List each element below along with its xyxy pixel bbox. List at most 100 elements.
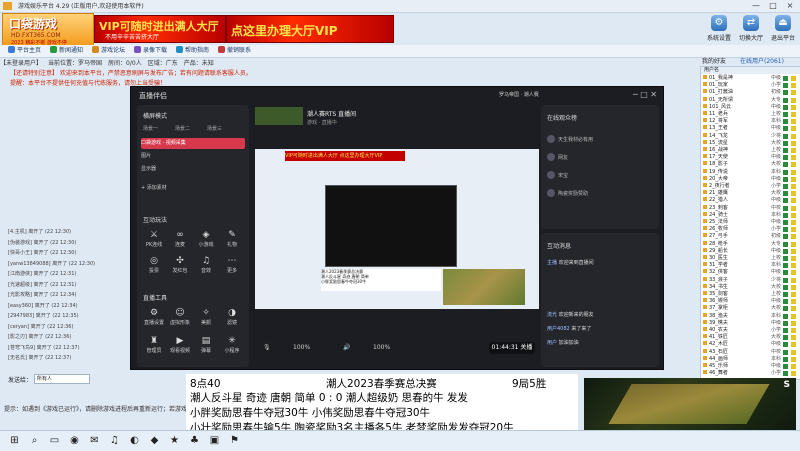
maximize-button[interactable]: □ <box>765 0 781 12</box>
platform-logo[interactable]: 口袋游戏 HD.FXT365.COM 2023 精彩不断 游戏不停 <box>2 13 94 47</box>
user-row[interactable]: 12_将军 本科 <box>703 118 799 125</box>
speaker-volume[interactable]: 100% <box>373 344 390 351</box>
close-button[interactable]: × <box>782 0 798 12</box>
scene-tab-1[interactable]: 场景一 <box>143 125 158 132</box>
user-row[interactable]: 11_老兵 上校 <box>703 111 799 118</box>
taskbar-app-icon[interactable]: ★ <box>168 434 181 447</box>
user-row[interactable]: 18_影子 大校 <box>703 161 799 168</box>
user-row[interactable]: 2_夜行者 小学 <box>703 183 799 190</box>
tool-sound[interactable]: ♫ 音效 <box>193 255 219 279</box>
user-row[interactable]: 01_无所谓 大专 <box>703 96 799 104</box>
obs-account[interactable]: 罗马帝国 · 潮人赛 <box>499 91 539 98</box>
user-row[interactable]: 14_飞龙 少将 <box>703 132 799 140</box>
taskbar-app-icon[interactable]: ⊞ <box>8 434 21 447</box>
user-row[interactable]: 23_刺客 中校 <box>703 204 799 212</box>
user-row[interactable]: 35_剑客 上校 <box>703 291 799 298</box>
live-tool-danmaku[interactable]: ▤ 弹幕 <box>193 335 219 359</box>
toolbar-contact[interactable]: 撤销联系 <box>218 46 251 56</box>
user-row[interactable]: 37_掌柜 大校 <box>703 305 799 312</box>
user-row[interactable]: 33_浪子 少将 <box>703 276 799 284</box>
user-row[interactable]: 01_我是神 中级 <box>703 75 799 82</box>
live-tool-filter[interactable]: ◑ 滤镜 <box>219 307 245 331</box>
toolbar-news[interactable]: 新闻通知 <box>50 46 83 56</box>
user-row[interactable]: 24_骑士 本科 <box>703 211 799 219</box>
obs-window-controls[interactable]: ─ □ ✕ <box>633 90 657 99</box>
user-row[interactable]: 22_猎人 中级 <box>703 197 799 204</box>
live-tool-settings[interactable]: ⚙ 直播设置 <box>141 307 167 331</box>
taskbar-app-icon[interactable]: ⌕ <box>28 434 41 447</box>
live-timer[interactable]: 01:44:31 关播 <box>489 342 535 354</box>
vip-apply-banner[interactable]: 点这里办理大厅VIP <box>226 15 394 43</box>
user-row[interactable]: 13_王者 中级 <box>703 125 799 132</box>
user-row[interactable]: 40_农夫 小学 <box>703 327 799 334</box>
user-row[interactable]: 30_医生 上校 <box>703 255 799 262</box>
user-row[interactable]: 01_打酱油 初级 <box>703 89 799 96</box>
taskbar-app-icon[interactable]: ◉ <box>68 434 81 447</box>
scene-tab-2[interactable]: 场景二 <box>175 125 190 132</box>
stream-preview[interactable]: VIP可随时进出满人大厅 点这里办理大厅VIP 潮人2023春季赛总决赛 潮人反… <box>255 149 539 309</box>
user-row[interactable]: 32_侠客 中级 <box>703 269 799 276</box>
toolbar-home[interactable]: 平台主页 <box>8 46 41 56</box>
user-row[interactable]: 16_战神 上校 <box>703 147 799 154</box>
scene-tab-3[interactable]: 场景三 <box>207 125 222 132</box>
user-row[interactable]: 19_传说 本科 <box>703 168 799 176</box>
taskbar-app-icon[interactable]: ▭ <box>48 434 61 447</box>
user-row[interactable]: 45_乐师 中级 <box>703 363 799 370</box>
audience-item-1[interactable]: 天生我材必有用 <box>547 135 593 143</box>
user-row[interactable]: 42_木匠 中级 <box>703 341 799 348</box>
minimize-button[interactable]: — <box>748 0 764 12</box>
user-row[interactable]: 101_风云 中级 <box>703 103 799 111</box>
tool-redpacket[interactable]: ✣ 发红包 <box>167 255 193 279</box>
taskbar-app-icon[interactable]: ▣ <box>208 434 221 447</box>
obs-mode[interactable]: 横屏模式 <box>143 111 167 120</box>
user-row[interactable]: 44_画师 本科 <box>703 355 799 363</box>
live-tool-beauty[interactable]: ✧ 美颜 <box>193 307 219 331</box>
tool-pk[interactable]: ⚔ PK连线 <box>141 229 167 253</box>
taskbar-app-icon[interactable]: ⚑ <box>228 434 241 447</box>
live-tool-avatar[interactable]: ☺ 虚拟形象 <box>167 307 193 331</box>
user-row[interactable]: 20_大帝 中级 <box>703 175 799 183</box>
user-row[interactable]: 39_樵夫 中级 <box>703 319 799 327</box>
send-target-select[interactable]: 所有人 <box>34 374 90 384</box>
tool-vote[interactable]: ◎ 投票 <box>141 255 167 279</box>
user-row[interactable]: 34_书生 大校 <box>703 283 799 291</box>
live-tool-video[interactable]: ▶ 观看视频 <box>167 335 193 359</box>
end-live-button[interactable]: 关播 <box>520 344 532 351</box>
user-row[interactable]: 38_渔夫 本科 <box>703 312 799 320</box>
audience-item-3[interactable]: 宋宝 <box>547 171 568 179</box>
user-row[interactable]: 27_弓手 初级 <box>703 233 799 240</box>
user-row[interactable]: 25_法师 中级 <box>703 219 799 226</box>
taskbar-app-icon[interactable]: ♣ <box>188 434 201 447</box>
system-settings-button[interactable]: ⚙ 系统设置 <box>704 14 734 44</box>
user-row[interactable]: 43_石匠 中校 <box>703 348 799 356</box>
mic-volume[interactable]: 100% <box>293 344 310 351</box>
live-tool-admin[interactable]: ♜ 管理员 <box>141 335 167 359</box>
tool-gift[interactable]: ✎ 礼物 <box>219 229 245 253</box>
vip-banner[interactable]: VIP可随时进出满人大厅 不用辛辛苦苦挤大厅 <box>94 15 226 43</box>
taskbar-app-icon[interactable]: ✉ <box>88 434 101 447</box>
speaker-icon[interactable]: 🔊 <box>343 344 350 351</box>
taskbar-app-icon[interactable]: ♫ <box>108 434 121 447</box>
add-source-button[interactable]: + 添加素材 <box>141 183 245 194</box>
tab-friends[interactable]: 我的好友 <box>702 56 726 65</box>
taskbar-app-icon[interactable]: ◆ <box>148 434 161 447</box>
user-row[interactable]: 46_舞者 小学 <box>703 370 799 377</box>
switch-hall-button[interactable]: ⇄ 切换大厅 <box>736 14 766 44</box>
mic-icon[interactable]: 🎙 <box>263 344 271 351</box>
taskbar-app-icon[interactable]: ◐ <box>128 434 141 447</box>
source-item-1[interactable]: 口袋游戏 · 视频采集 <box>141 138 245 149</box>
tool-more[interactable]: ⋯ 更多 <box>219 255 245 279</box>
tab-online-users[interactable]: 在线用户(2061) <box>740 56 784 65</box>
audience-item-2[interactable]: 网友 <box>547 153 568 161</box>
user-row[interactable]: 29_船长 中级 <box>703 247 799 255</box>
tool-link[interactable]: ∞ 连麦 <box>167 229 193 253</box>
toolbar-forum[interactable]: 游戏论坛 <box>92 46 125 56</box>
source-item-2[interactable]: 图片 <box>141 151 245 162</box>
exit-platform-button[interactable]: ⏏ 退出平台 <box>768 14 798 44</box>
audience-item-4[interactable]: 陶瓷奖励赞助 <box>547 189 588 197</box>
user-row[interactable]: 28_枪手 大专 <box>703 240 799 248</box>
toolbar-replay[interactable]: 录像下载 <box>134 46 167 56</box>
user-row[interactable]: 15_流星 大校 <box>703 139 799 147</box>
source-item-3[interactable]: 显示器 <box>141 164 245 175</box>
tool-game[interactable]: ◈ 小游戏 <box>193 229 219 253</box>
